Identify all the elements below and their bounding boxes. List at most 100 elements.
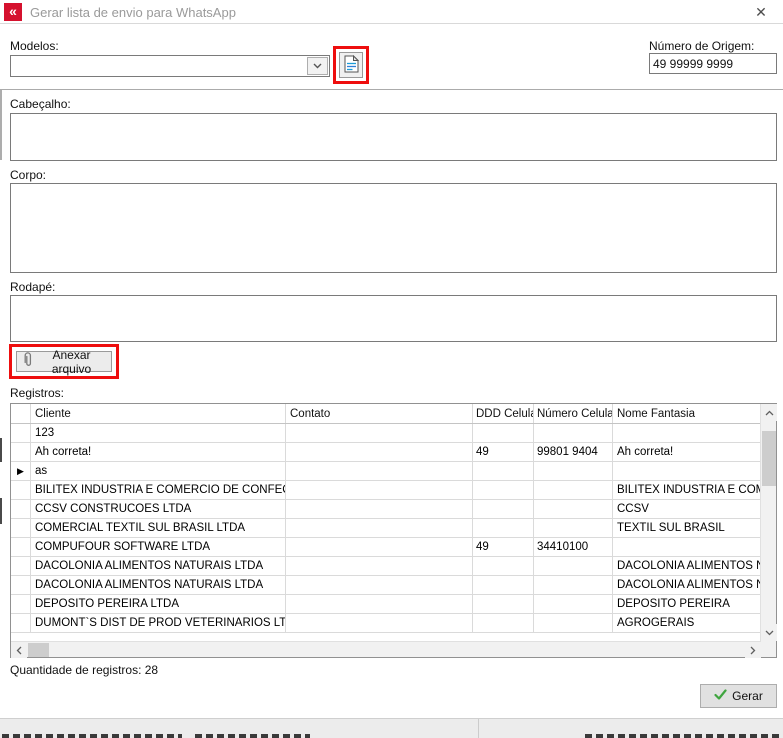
table-row[interactable]: CCSV CONSTRUCOES LTDA CCSV xyxy=(11,500,776,519)
cell-ddd-celular[interactable] xyxy=(473,595,534,613)
rodape-textarea[interactable] xyxy=(10,295,777,342)
table-row[interactable]: COMPUFOUR SOFTWARE LTDA 49 34410100 xyxy=(11,538,776,557)
cell-contato[interactable] xyxy=(286,595,473,613)
cell-nome-fantasia[interactable]: DACOLONIA ALIMENTOS NAT xyxy=(613,557,761,575)
modelos-combobox[interactable] xyxy=(10,55,330,77)
scroll-right-icon[interactable] xyxy=(745,642,761,658)
table-row[interactable]: COMERCIAL TEXTIL SUL BRASIL LTDA TEXTIL … xyxy=(11,519,776,538)
row-selector-cell[interactable] xyxy=(11,443,31,461)
cell-numero-celular[interactable] xyxy=(534,595,613,613)
novo-modelo-button[interactable] xyxy=(339,52,363,78)
row-selector-cell[interactable] xyxy=(11,519,31,537)
cell-contato[interactable] xyxy=(286,519,473,537)
row-selector-cell[interactable] xyxy=(11,576,31,594)
cell-contato[interactable] xyxy=(286,614,473,632)
cell-contato[interactable] xyxy=(286,538,473,556)
cell-numero-celular[interactable] xyxy=(534,500,613,518)
grid-header-cliente[interactable]: Cliente xyxy=(31,404,286,423)
row-selector-cell[interactable] xyxy=(11,424,31,442)
cell-cliente[interactable]: COMERCIAL TEXTIL SUL BRASIL LTDA xyxy=(31,519,286,537)
row-selector-cell[interactable] xyxy=(11,595,31,613)
cell-cliente[interactable]: COMPUFOUR SOFTWARE LTDA xyxy=(31,538,286,556)
horizontal-scroll-thumb[interactable] xyxy=(28,643,49,657)
cell-cliente[interactable]: DACOLONIA ALIMENTOS NATURAIS LTDA xyxy=(31,576,286,594)
cell-ddd-celular[interactable] xyxy=(473,462,534,480)
cell-nome-fantasia[interactable]: BILITEX INDUSTRIA E COMER xyxy=(613,481,761,499)
row-selector-cell[interactable] xyxy=(11,538,31,556)
cell-contato[interactable] xyxy=(286,500,473,518)
row-selector-cell[interactable] xyxy=(11,481,31,499)
cell-nome-fantasia[interactable]: AGROGERAIS xyxy=(613,614,761,632)
cell-cliente[interactable]: DUMONT`S DIST DE PROD VETERINARIOS LTDA xyxy=(31,614,286,632)
table-row[interactable]: DACOLONIA ALIMENTOS NATURAIS LTDA DACOLO… xyxy=(11,576,776,595)
cell-nome-fantasia[interactable]: DACOLONIA ALIMENTOS NAT xyxy=(613,576,761,594)
row-selector-cell[interactable]: ▶ xyxy=(11,462,31,480)
cell-ddd-celular[interactable] xyxy=(473,614,534,632)
cell-nome-fantasia[interactable]: DEPOSITO PEREIRA xyxy=(613,595,761,613)
cell-ddd-celular[interactable]: 49 xyxy=(473,443,534,461)
cell-ddd-celular[interactable] xyxy=(473,519,534,537)
scroll-up-icon[interactable] xyxy=(761,404,777,421)
cell-cliente[interactable]: BILITEX INDUSTRIA E COMERCIO DE CONFECCO… xyxy=(31,481,286,499)
close-icon[interactable]: ✕ xyxy=(751,3,771,21)
cell-numero-celular[interactable] xyxy=(534,462,613,480)
cell-cliente[interactable]: 123 xyxy=(31,424,286,442)
table-row[interactable]: DUMONT`S DIST DE PROD VETERINARIOS LTDA … xyxy=(11,614,776,633)
cell-numero-celular[interactable]: 99801 9404 xyxy=(534,443,613,461)
table-row[interactable]: DEPOSITO PEREIRA LTDA DEPOSITO PEREIRA xyxy=(11,595,776,614)
cell-nome-fantasia[interactable] xyxy=(613,538,761,556)
row-selector-cell[interactable] xyxy=(11,500,31,518)
row-selector-cell[interactable] xyxy=(11,557,31,575)
cell-ddd-celular[interactable] xyxy=(473,576,534,594)
cell-ddd-celular[interactable] xyxy=(473,557,534,575)
scroll-left-icon[interactable] xyxy=(11,642,27,658)
row-selector-cell[interactable] xyxy=(11,614,31,632)
cell-nome-fantasia[interactable]: CCSV xyxy=(613,500,761,518)
cell-numero-celular[interactable] xyxy=(534,424,613,442)
cell-contato[interactable] xyxy=(286,462,473,480)
cell-numero-celular[interactable] xyxy=(534,481,613,499)
cell-numero-celular[interactable]: 34410100 xyxy=(534,538,613,556)
horizontal-scrollbar[interactable] xyxy=(11,641,776,657)
cell-ddd-celular[interactable] xyxy=(473,424,534,442)
cell-contato[interactable] xyxy=(286,576,473,594)
cell-cliente[interactable]: as xyxy=(31,462,286,480)
cell-nome-fantasia[interactable] xyxy=(613,462,761,480)
cell-numero-celular[interactable] xyxy=(534,614,613,632)
vertical-scrollbar[interactable] xyxy=(760,404,776,641)
cell-numero-celular[interactable] xyxy=(534,519,613,537)
table-row[interactable]: Ah correta! 49 99801 9404 Ah correta! xyxy=(11,443,776,462)
titlebar[interactable]: « Gerar lista de envio para WhatsApp ✕ xyxy=(0,0,783,24)
grid-header-ddd-celular[interactable]: DDD Celular xyxy=(473,404,534,423)
grid-header-contato[interactable]: Contato xyxy=(286,404,473,423)
table-row[interactable]: DACOLONIA ALIMENTOS NATURAIS LTDA DACOLO… xyxy=(11,557,776,576)
cell-cliente[interactable]: DACOLONIA ALIMENTOS NATURAIS LTDA xyxy=(31,557,286,575)
anexar-arquivo-button[interactable]: Anexar arquivo xyxy=(16,351,112,372)
table-row[interactable]: 123 xyxy=(11,424,776,443)
cell-nome-fantasia[interactable] xyxy=(613,424,761,442)
cell-ddd-celular[interactable] xyxy=(473,500,534,518)
cell-nome-fantasia[interactable]: TEXTIL SUL BRASIL xyxy=(613,519,761,537)
cell-contato[interactable] xyxy=(286,424,473,442)
table-row[interactable]: BILITEX INDUSTRIA E COMERCIO DE CONFECCO… xyxy=(11,481,776,500)
corpo-textarea[interactable] xyxy=(10,183,777,273)
cell-nome-fantasia[interactable]: Ah correta! xyxy=(613,443,761,461)
cell-contato[interactable] xyxy=(286,557,473,575)
cell-cliente[interactable]: DEPOSITO PEREIRA LTDA xyxy=(31,595,286,613)
cell-cliente[interactable]: Ah correta! xyxy=(31,443,286,461)
cell-contato[interactable] xyxy=(286,443,473,461)
cell-contato[interactable] xyxy=(286,481,473,499)
vertical-scroll-thumb[interactable] xyxy=(762,431,776,486)
grid-header-numero-celular[interactable]: Número Celular xyxy=(534,404,613,423)
table-row[interactable]: ▶ as xyxy=(11,462,776,481)
numero-origem-input[interactable] xyxy=(649,53,777,74)
scroll-down-icon[interactable] xyxy=(761,624,777,641)
gerar-button[interactable]: Gerar xyxy=(700,684,777,708)
chevron-down-icon[interactable] xyxy=(307,57,328,75)
cell-ddd-celular[interactable] xyxy=(473,481,534,499)
cell-numero-celular[interactable] xyxy=(534,557,613,575)
cell-ddd-celular[interactable]: 49 xyxy=(473,538,534,556)
cell-cliente[interactable]: CCSV CONSTRUCOES LTDA xyxy=(31,500,286,518)
grid-header-nome-fantasia[interactable]: Nome Fantasia xyxy=(613,404,761,423)
cabecalho-textarea[interactable] xyxy=(10,113,777,161)
